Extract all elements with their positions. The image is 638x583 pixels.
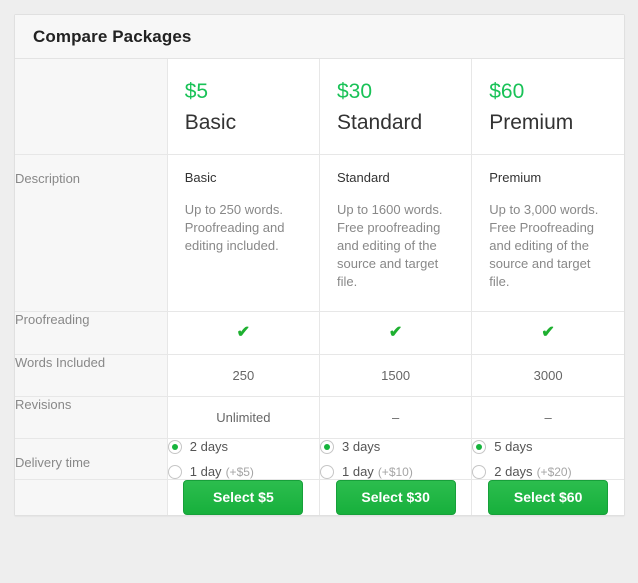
card-header: Compare Packages <box>15 15 624 59</box>
description-title: Premium <box>489 170 542 186</box>
delivery-option-premium-2[interactable]: 2 days (+$20) <box>472 464 624 479</box>
package-name: Standard <box>337 111 423 135</box>
compare-packages-card: Compare Packages $5 Basic $30 Standard $… <box>14 14 625 517</box>
page-title: Compare Packages <box>33 26 192 46</box>
description-cell-basic: Basic Up to 250 words. Proofreading and … <box>167 154 321 313</box>
check-icon: ✔ <box>541 324 555 342</box>
radio-button-selected-icon[interactable] <box>167 439 182 454</box>
delivery-option-basic-1[interactable]: 2 days <box>167 439 319 455</box>
delivery-option-label: 2 days <box>189 439 229 455</box>
package-header-basic: $5 Basic <box>167 59 321 156</box>
description-body: Up to 1600 words. Free proofreading and … <box>337 202 443 290</box>
select-cell-standard: Select $30 <box>319 479 473 516</box>
select-standard-button[interactable]: Select $30 <box>335 480 456 516</box>
table-row-description: Description Basic Up to 250 words. Proof… <box>15 154 624 313</box>
row-label-words-included: Words Included <box>15 354 168 398</box>
radio-button-selected-icon[interactable] <box>472 439 487 454</box>
row-label-description: Description <box>15 154 168 313</box>
select-premium-button[interactable]: Select $60 <box>488 480 609 516</box>
row-label-revisions: Revisions <box>15 396 168 440</box>
row-label-proofreading: Proofreading <box>15 311 168 356</box>
page-root: Compare Packages $5 Basic $30 Standard $… <box>0 0 638 583</box>
delivery-option-standard-1[interactable]: 3 days <box>320 439 471 454</box>
delivery-option-standard-2[interactable]: 1 day (+$10) <box>320 464 471 479</box>
delivery-option-label: 1 day <box>189 464 222 480</box>
description-cell-premium: Premium Up to 3,000 words. Free Proofrea… <box>471 154 624 313</box>
words-included-cell-premium: 3000 <box>471 354 624 398</box>
proofreading-cell-standard: ✔ <box>319 311 473 356</box>
compare-packages-table: $5 Basic $30 Standard $60 Premium Descri… <box>15 59 624 516</box>
package-name: Basic <box>184 111 237 135</box>
select-row-empty-cell <box>15 479 168 516</box>
revisions-cell-premium: – <box>471 396 624 440</box>
table-row-select-buttons: Select $5 Select $30 Select $60 <box>15 479 624 516</box>
delivery-cell-basic: 2 days 1 day (+$5) <box>167 438 321 481</box>
description-title: Basic <box>184 170 217 186</box>
delivery-option-surcharge: (+$5) <box>225 464 254 479</box>
check-icon: ✔ <box>236 324 251 342</box>
table-row-revisions: Revisions Unlimited – – <box>15 396 624 440</box>
description-title: Standard <box>337 170 390 186</box>
select-basic-button[interactable]: Select $5 <box>183 480 304 516</box>
revisions-cell-basic: Unlimited <box>167 396 321 440</box>
delivery-option-label: 3 days <box>342 439 381 455</box>
select-cell-premium: Select $60 <box>471 479 624 516</box>
delivery-option-label: 1 day <box>342 464 374 480</box>
delivery-option-label: 5 days <box>494 439 533 455</box>
radio-button-icon[interactable] <box>320 464 334 479</box>
revisions-cell-standard: – <box>319 396 473 440</box>
delivery-option-premium-1[interactable]: 5 days <box>472 439 624 454</box>
radio-button-icon[interactable] <box>472 464 487 479</box>
delivery-cell-premium: 5 days 2 days (+$20) <box>471 438 624 481</box>
package-header-premium: $60 Premium <box>471 59 624 156</box>
row-label-delivery-time: Delivery time <box>15 438 168 481</box>
package-name: Premium <box>489 111 574 135</box>
delivery-option-basic-2[interactable]: 1 day (+$5) <box>167 464 319 480</box>
header-empty-cell <box>15 59 168 156</box>
words-included-cell-basic: 250 <box>167 354 321 398</box>
delivery-cell-standard: 3 days 1 day (+$10) <box>319 438 473 481</box>
table-row-delivery-time: Delivery time 2 days 1 day (+$5) 3 days … <box>15 438 624 481</box>
table-row-header: $5 Basic $30 Standard $60 Premium <box>15 59 624 156</box>
package-price: $30 <box>337 80 373 103</box>
check-icon: ✔ <box>388 324 403 342</box>
description-cell-standard: Standard Up to 1600 words. Free proofrea… <box>319 154 473 313</box>
table-row-words-included: Words Included 250 1500 3000 <box>15 354 624 398</box>
description-body: Up to 3,000 words. Free Proofreading and… <box>489 202 599 290</box>
description-body: Up to 250 words. Proofreading and editin… <box>184 202 285 254</box>
radio-button-selected-icon[interactable] <box>320 439 334 454</box>
delivery-option-surcharge: (+$20) <box>536 464 572 479</box>
radio-button-icon[interactable] <box>167 464 182 479</box>
delivery-option-label: 2 days <box>494 464 533 480</box>
package-price: $60 <box>489 80 525 103</box>
words-included-cell-standard: 1500 <box>319 354 473 398</box>
table-row-proofreading: Proofreading ✔ ✔ ✔ <box>15 311 624 356</box>
proofreading-cell-basic: ✔ <box>167 311 321 356</box>
package-header-standard: $30 Standard <box>319 59 473 156</box>
select-cell-basic: Select $5 <box>167 479 321 516</box>
delivery-option-surcharge: (+$10) <box>377 464 413 479</box>
package-price: $5 <box>184 80 209 103</box>
proofreading-cell-premium: ✔ <box>471 311 624 356</box>
